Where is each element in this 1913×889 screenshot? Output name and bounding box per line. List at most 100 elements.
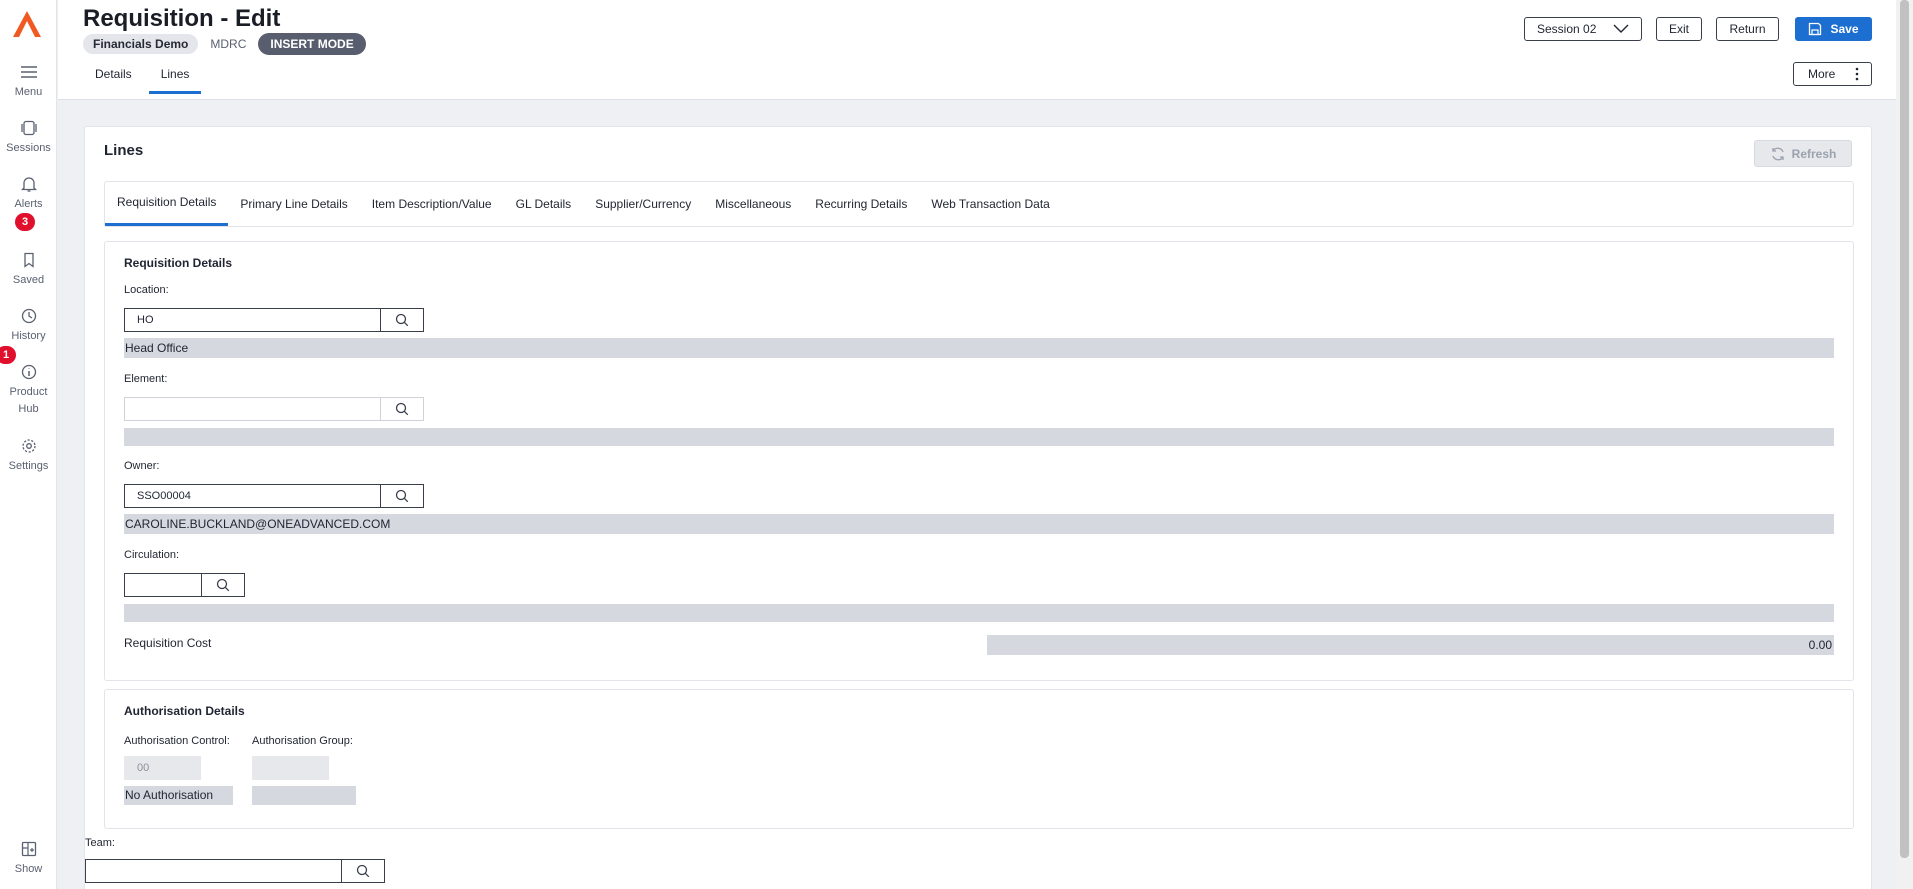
kebab-icon xyxy=(1855,67,1859,81)
gear-icon xyxy=(21,439,36,453)
save-icon xyxy=(1809,22,1822,36)
team-input[interactable] xyxy=(85,859,341,883)
circulation-lookup xyxy=(124,573,245,597)
header-tabs: Details Lines xyxy=(83,62,206,94)
refresh-icon xyxy=(1772,147,1784,160)
bookmark-icon xyxy=(23,252,34,268)
sessions-icon xyxy=(20,120,37,136)
authorisation-control-label: Authorisation Control: xyxy=(124,735,230,747)
info-icon xyxy=(21,364,36,380)
layout-icon xyxy=(21,841,36,857)
more-button-label: More xyxy=(1808,67,1836,81)
requisition-cost-value: 0.00 xyxy=(987,635,1834,655)
team-search-button[interactable] xyxy=(341,859,385,883)
mode-chip: INSERT MODE xyxy=(258,33,366,55)
search-icon xyxy=(395,313,409,327)
menu-icon xyxy=(20,66,37,78)
rail-item-label: Settings xyxy=(8,460,49,472)
subtab-miscellaneous[interactable]: Miscellaneous xyxy=(703,182,803,226)
rail-item-sessions[interactable]: Sessions xyxy=(0,120,57,157)
owner-label: Owner: xyxy=(124,460,160,472)
bell-icon xyxy=(20,177,37,192)
left-rail: Menu Sessions Alerts 3 Saved History 1 P… xyxy=(0,0,57,889)
company-chip: Financials Demo xyxy=(83,34,199,54)
subtab-recurring-details[interactable]: Recurring Details xyxy=(803,182,919,226)
rail-item-saved[interactable]: Saved xyxy=(0,252,57,289)
search-icon xyxy=(395,489,409,503)
session-select[interactable]: Session 02 xyxy=(1524,17,1642,41)
owner-description: CAROLINE.BUCKLAND@ONEADVANCED.COM xyxy=(124,514,1834,534)
team-label: Team: xyxy=(85,837,115,849)
circulation-search-button[interactable] xyxy=(201,573,245,597)
rail-item-label: Show xyxy=(14,863,43,875)
alerts-badge: 3 xyxy=(15,213,35,231)
tab-lines[interactable]: Lines xyxy=(148,62,202,94)
rail-item-label: Alerts xyxy=(14,198,43,210)
authorisation-control-value: 00 xyxy=(124,756,201,780)
section-title: Authorisation Details xyxy=(124,704,245,718)
search-icon xyxy=(356,864,370,878)
save-button-label: Save xyxy=(1830,22,1859,36)
rail-item-label: Product xyxy=(9,386,48,398)
rail-item-label: Menu xyxy=(14,86,43,98)
owner-search-button[interactable] xyxy=(380,484,424,508)
rail-item-settings[interactable]: Settings xyxy=(0,438,57,475)
rail-item-show[interactable]: Show xyxy=(0,841,57,878)
subtab-item-description-value[interactable]: Item Description/Value xyxy=(360,182,504,226)
location-description: Head Office xyxy=(124,338,1834,358)
location-search-button[interactable] xyxy=(380,308,424,332)
authorisation-control-description: No Authorisation xyxy=(124,786,233,805)
refresh-button[interactable]: Refresh xyxy=(1754,140,1852,167)
circulation-input[interactable] xyxy=(124,573,201,597)
rail-item-label: Saved xyxy=(12,274,45,286)
page-header: Requisition - Edit Financials Demo MDRC … xyxy=(58,0,1896,100)
location-input[interactable]: HO xyxy=(124,308,380,332)
session-select-label: Session 02 xyxy=(1537,22,1597,36)
lines-card: Lines Refresh Requisition Details Primar… xyxy=(84,126,1872,889)
subtab-web-transaction-data[interactable]: Web Transaction Data xyxy=(919,182,1062,226)
rail-item-label-2: Hub xyxy=(18,403,39,415)
owner-lookup: SSO00004 xyxy=(124,484,424,508)
requisition-cost-label: Requisition Cost xyxy=(124,636,212,650)
chevron-down-icon xyxy=(1613,24,1629,33)
rail-item-alerts[interactable]: Alerts xyxy=(0,176,57,213)
subtab-primary-line-details[interactable]: Primary Line Details xyxy=(228,182,359,226)
subtab-requisition-details[interactable]: Requisition Details xyxy=(105,182,229,226)
location-label: Location: xyxy=(124,284,169,296)
subtab-supplier-currency[interactable]: Supplier/Currency xyxy=(583,182,703,226)
requisition-details-section: Requisition Details Location: HO Head Of… xyxy=(104,241,1854,681)
return-button[interactable]: Return xyxy=(1716,17,1779,41)
rail-item-menu[interactable]: Menu xyxy=(0,64,57,101)
circulation-label: Circulation: xyxy=(124,549,180,561)
rail-item-label: History xyxy=(11,330,46,342)
subtab-gl-details[interactable]: GL Details xyxy=(504,182,584,226)
page-scrollbar[interactable] xyxy=(1896,0,1913,889)
authorisation-group-label: Authorisation Group: xyxy=(252,735,353,747)
context-chips: Financials Demo MDRC INSERT MODE xyxy=(83,33,366,55)
owner-input[interactable]: SSO00004 xyxy=(124,484,380,508)
element-lookup xyxy=(124,397,424,421)
tab-details[interactable]: Details xyxy=(83,62,144,94)
app-logo-icon[interactable] xyxy=(12,10,42,38)
page-title: Requisition - Edit xyxy=(83,5,281,32)
authorisation-details-section: Authorisation Details Authorisation Cont… xyxy=(104,689,1854,829)
more-button[interactable]: More xyxy=(1793,62,1872,86)
card-title: Lines xyxy=(104,142,144,159)
team-lookup xyxy=(85,859,385,883)
line-subtabs: Requisition Details Primary Line Details… xyxy=(104,181,1854,227)
element-input[interactable] xyxy=(124,397,380,421)
code-chip: MDRC xyxy=(210,37,247,51)
element-search-button[interactable] xyxy=(380,397,424,421)
exit-button[interactable]: Exit xyxy=(1656,17,1702,41)
clock-icon xyxy=(21,308,36,324)
refresh-button-label: Refresh xyxy=(1791,146,1837,161)
element-label: Element: xyxy=(124,373,168,385)
search-icon xyxy=(395,402,409,416)
search-icon xyxy=(216,578,230,592)
save-button[interactable]: Save xyxy=(1795,17,1872,41)
rail-item-label: Sessions xyxy=(6,142,51,154)
product-hub-badge: 1 xyxy=(0,346,16,364)
scrollbar-thumb[interactable] xyxy=(1900,0,1909,858)
rail-item-product-hub[interactable]: Product Hub xyxy=(0,364,57,418)
rail-item-history[interactable]: History xyxy=(0,308,57,345)
